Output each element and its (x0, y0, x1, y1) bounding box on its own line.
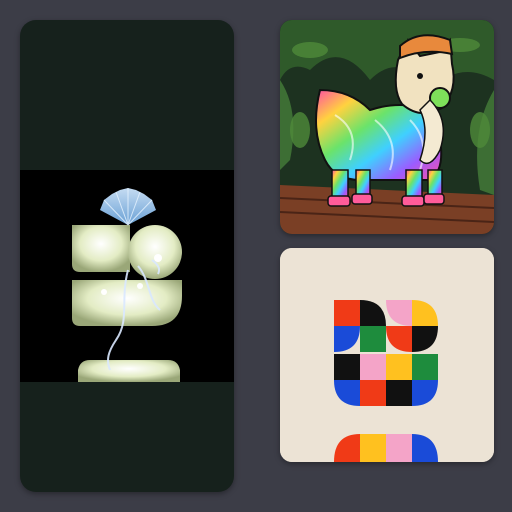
gallery-card-glowing-flower[interactable] (20, 20, 234, 492)
glowing-flower-artwork (20, 170, 234, 382)
geometric-blocks-artwork (280, 248, 494, 462)
nft-gallery-grid (0, 0, 512, 512)
gallery-card-psychedelic-dog[interactable] (280, 20, 494, 234)
gallery-card-geometric-blocks[interactable] (280, 248, 494, 462)
psychedelic-dog-artwork (280, 20, 494, 234)
